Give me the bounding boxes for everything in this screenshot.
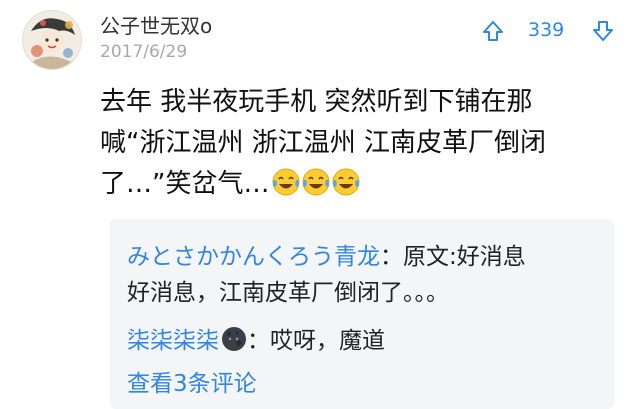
tears-of-joy-icon <box>302 168 330 196</box>
reply-item: みとさかかんくろう青龙：原文:好消息 好消息，江南皮革厂倒闭了。。。 <box>127 239 605 311</box>
comment-body: 去年 我半夜玩手机 突然听到下铺在那 喊“浙江温州 浙江温州 江南皮革厂倒闭 了… <box>100 82 620 210</box>
replies-panel: みとさかかんくろう青龙：原文:好消息 好消息，江南皮革厂倒闭了。。。 柒柒柒柒 … <box>110 219 614 409</box>
tears-of-joy-icon <box>332 168 360 196</box>
reply-author[interactable]: みとさかかんくろう青龙 <box>127 244 380 270</box>
arrow-down-icon <box>593 21 613 41</box>
comment-line: 了…”笑岔气… <box>100 164 620 210</box>
reply-text: 原文:好消息 <box>403 244 526 270</box>
reply-author[interactable]: 柒柒柒柒 <box>127 328 219 354</box>
comment-line: 喊“浙江温州 浙江温州 江南皮革厂倒闭 <box>100 128 546 158</box>
emoji-group <box>271 167 361 210</box>
tears-of-joy-icon <box>272 168 300 196</box>
avatar[interactable] <box>22 10 82 70</box>
view-more-replies-link[interactable]: 查看3条评论 <box>127 364 257 398</box>
username[interactable]: 公子世无双o <box>100 10 212 39</box>
new-moon-face-icon <box>222 327 246 351</box>
reply-text: 哎呀，魔道 <box>270 328 385 354</box>
comment-date: 2017/6/29 <box>100 42 188 62</box>
comment-line: 去年 我半夜玩手机 突然听到下铺在那 <box>100 87 533 117</box>
reply-item: 柒柒柒柒 ：哎呀，魔道 <box>127 327 385 354</box>
vote-count: 339 <box>528 19 565 41</box>
reply-text: 好消息，江南皮革厂倒闭了。。。 <box>127 280 449 306</box>
avatar-illustration-icon <box>23 11 81 69</box>
arrow-up-icon <box>483 21 503 41</box>
upvote-button[interactable] <box>482 20 504 42</box>
downvote-button[interactable] <box>592 20 614 42</box>
